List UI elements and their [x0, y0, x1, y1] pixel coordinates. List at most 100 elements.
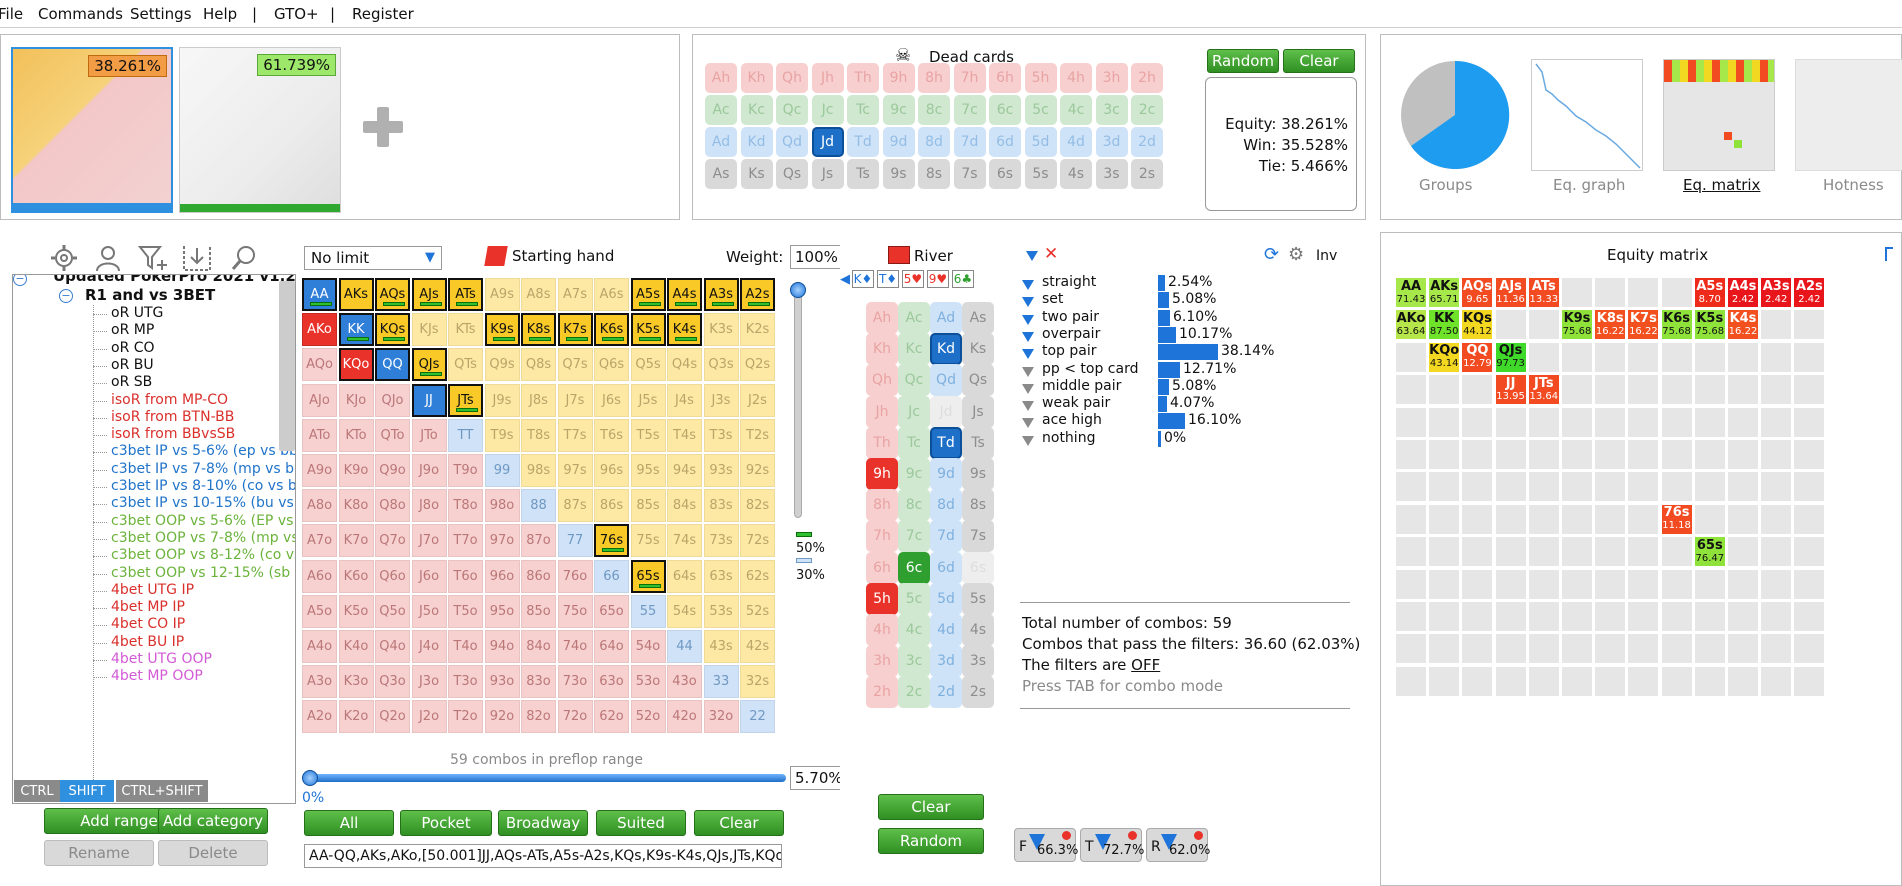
equity-cell-empty[interactable]: [1395, 471, 1427, 503]
hand-cell-Q4s[interactable]: Q4s: [667, 348, 702, 382]
hand-cell-J8o[interactable]: J8o: [411, 489, 447, 523]
equity-cell-empty[interactable]: [1627, 665, 1660, 697]
equity-cell-empty[interactable]: [1627, 341, 1660, 373]
river-card-2d[interactable]: 2d: [930, 676, 962, 709]
dead-clear-button[interactable]: Clear: [1283, 49, 1355, 73]
river-card-8d[interactable]: 8d: [930, 489, 962, 522]
rename-button[interactable]: Rename: [44, 840, 154, 866]
dead-card-Ks[interactable]: Ks: [740, 159, 773, 189]
equity-cell-empty[interactable]: [1627, 633, 1660, 665]
equity-cell-empty[interactable]: [1793, 665, 1826, 697]
equity-cell-empty[interactable]: [1395, 439, 1427, 470]
hand-cell-98s[interactable]: 98s: [521, 454, 556, 487]
equity-cell-empty[interactable]: [1594, 568, 1627, 600]
hand-cell-J6o[interactable]: J6o: [411, 559, 447, 593]
hand-cell-AQs[interactable]: AQs: [375, 278, 410, 311]
hand-cell-J5s[interactable]: J5s: [630, 383, 666, 417]
hand-cell-J2s[interactable]: J2s: [740, 383, 775, 417]
dead-card-5h[interactable]: 5h: [1024, 63, 1057, 93]
river-card-6d[interactable]: 6d: [930, 551, 962, 584]
equity-cell-empty[interactable]: [1527, 665, 1560, 697]
hand-cell-AKs[interactable]: AKs: [338, 278, 374, 311]
tree-item[interactable]: 4bet MP OOP: [111, 668, 203, 684]
hand-cell-T8s[interactable]: T8s: [521, 418, 556, 452]
hand-cell-83o[interactable]: 83o: [521, 665, 556, 699]
hand-cell-K6s[interactable]: K6s: [594, 313, 629, 347]
ctrl-shift-tab[interactable]: CTRL+SHIFT: [116, 780, 208, 802]
equity-cell-empty[interactable]: [1428, 439, 1461, 470]
equity-cell-empty[interactable]: [1693, 374, 1726, 406]
hand-cell-A9s[interactable]: A9s: [484, 278, 520, 311]
equity-cell-empty[interactable]: [1395, 341, 1427, 373]
hand-cell-82s[interactable]: 82s: [740, 489, 775, 523]
hand-cell-KQo[interactable]: KQo: [338, 348, 374, 382]
equity-cell-empty[interactable]: [1793, 568, 1826, 600]
equity-cell-empty[interactable]: [1561, 374, 1593, 406]
equity-cell-empty[interactable]: [1428, 665, 1461, 697]
hand-cell-ATo[interactable]: ATo: [302, 418, 337, 452]
range-text-input[interactable]: AA-QQ,AKs,AKo,[50.001]JJ,AQs-ATs,A5s-A2s…: [304, 844, 782, 868]
equity-cell-K4s[interactable]: K4s 16.22: [1727, 309, 1759, 341]
hand-cell-T4o[interactable]: T4o: [448, 630, 483, 663]
hand-cell-T4s[interactable]: T4s: [667, 418, 702, 452]
equity-cell-A2s[interactable]: A2s 2.42: [1793, 277, 1826, 308]
hand-cell-33[interactable]: 33: [703, 665, 739, 699]
hand-cell-43s[interactable]: 43s: [703, 630, 739, 663]
menu-help[interactable]: Help: [203, 5, 237, 23]
river-card-Ac[interactable]: Ac: [898, 302, 930, 334]
hand-cell-86s[interactable]: 86s: [594, 489, 629, 523]
river-card-8s[interactable]: 8s: [962, 489, 994, 522]
hand-cell-QJo[interactable]: QJo: [375, 383, 410, 417]
equity-cell-empty[interactable]: [1395, 568, 1427, 600]
river-card-Qc[interactable]: Qc: [898, 364, 930, 397]
hand-cell-K8s[interactable]: K8s: [521, 313, 556, 347]
river-card-9h[interactable]: 9h: [866, 458, 898, 490]
dead-card-Qh[interactable]: Qh: [776, 63, 808, 93]
equity-cell-empty[interactable]: [1527, 536, 1560, 568]
filter-chip-R[interactable]: R 62.0%: [1146, 828, 1210, 862]
equity-cell-empty[interactable]: [1693, 471, 1726, 503]
user-icon[interactable]: [94, 244, 122, 272]
hand-cell-K7o[interactable]: K7o: [338, 524, 374, 558]
equity-cell-empty[interactable]: [1760, 503, 1793, 535]
hand-cell-AQo[interactable]: AQo: [302, 348, 337, 382]
equity-cell-empty[interactable]: [1760, 439, 1793, 470]
equity-cell-empty[interactable]: [1693, 633, 1726, 665]
hand-cell-JTs[interactable]: JTs: [448, 383, 483, 417]
equity-cell-empty[interactable]: [1527, 568, 1560, 600]
broadway-button[interactable]: Broadway: [498, 810, 588, 836]
limit-select[interactable]: No limit ▼: [304, 246, 442, 270]
dead-card-Jc[interactable]: Jc: [811, 95, 844, 125]
hand-cell-K9s[interactable]: K9s: [484, 313, 520, 347]
hand-cell-KTo[interactable]: KTo: [338, 418, 374, 452]
hand-cell-66[interactable]: 66: [594, 559, 629, 593]
board-card[interactable]: 6♣: [952, 270, 974, 288]
hand-cell-T5s[interactable]: T5s: [630, 418, 666, 452]
equity-cell-empty[interactable]: [1561, 601, 1593, 632]
equity-cell-empty[interactable]: [1594, 277, 1627, 308]
hand-cell-Q8s[interactable]: Q8s: [521, 348, 556, 382]
hand-cell-Q3s[interactable]: Q3s: [703, 348, 739, 382]
hand-cell-AKo[interactable]: AKo: [302, 313, 337, 347]
hand-cell-52o[interactable]: 52o: [630, 700, 666, 734]
dead-card-9d[interactable]: 9d: [882, 127, 915, 157]
hand-cell-73s[interactable]: 73s: [703, 524, 739, 558]
hand-cell-A3s[interactable]: A3s: [703, 278, 739, 311]
hand-cell-A2o[interactable]: A2o: [302, 700, 337, 734]
hand-cell-86o[interactable]: 86o: [521, 559, 556, 593]
equity-cell-K7s[interactable]: K7s 16.22: [1627, 309, 1660, 341]
hand-cell-A8o[interactable]: A8o: [302, 489, 337, 523]
hand-cell-97s[interactable]: 97s: [557, 454, 593, 487]
dead-card-7d[interactable]: 7d: [953, 127, 986, 157]
dead-card-Ad[interactable]: Ad: [705, 127, 737, 157]
hand-cell-73o[interactable]: 73o: [557, 665, 593, 699]
equity-cell-empty[interactable]: [1793, 341, 1826, 373]
river-card-2h[interactable]: 2h: [866, 676, 898, 709]
filter-set-icon[interactable]: [1022, 294, 1037, 310]
equity-cell-K6s[interactable]: K6s 75.68: [1660, 309, 1693, 341]
hand-cell-A6o[interactable]: A6o: [302, 559, 337, 593]
hand-cell-Q5s[interactable]: Q5s: [630, 348, 666, 382]
hand-cell-Q9s[interactable]: Q9s: [484, 348, 520, 382]
menu-commands[interactable]: Commands: [38, 5, 123, 23]
equity-cell-empty[interactable]: [1428, 536, 1461, 568]
